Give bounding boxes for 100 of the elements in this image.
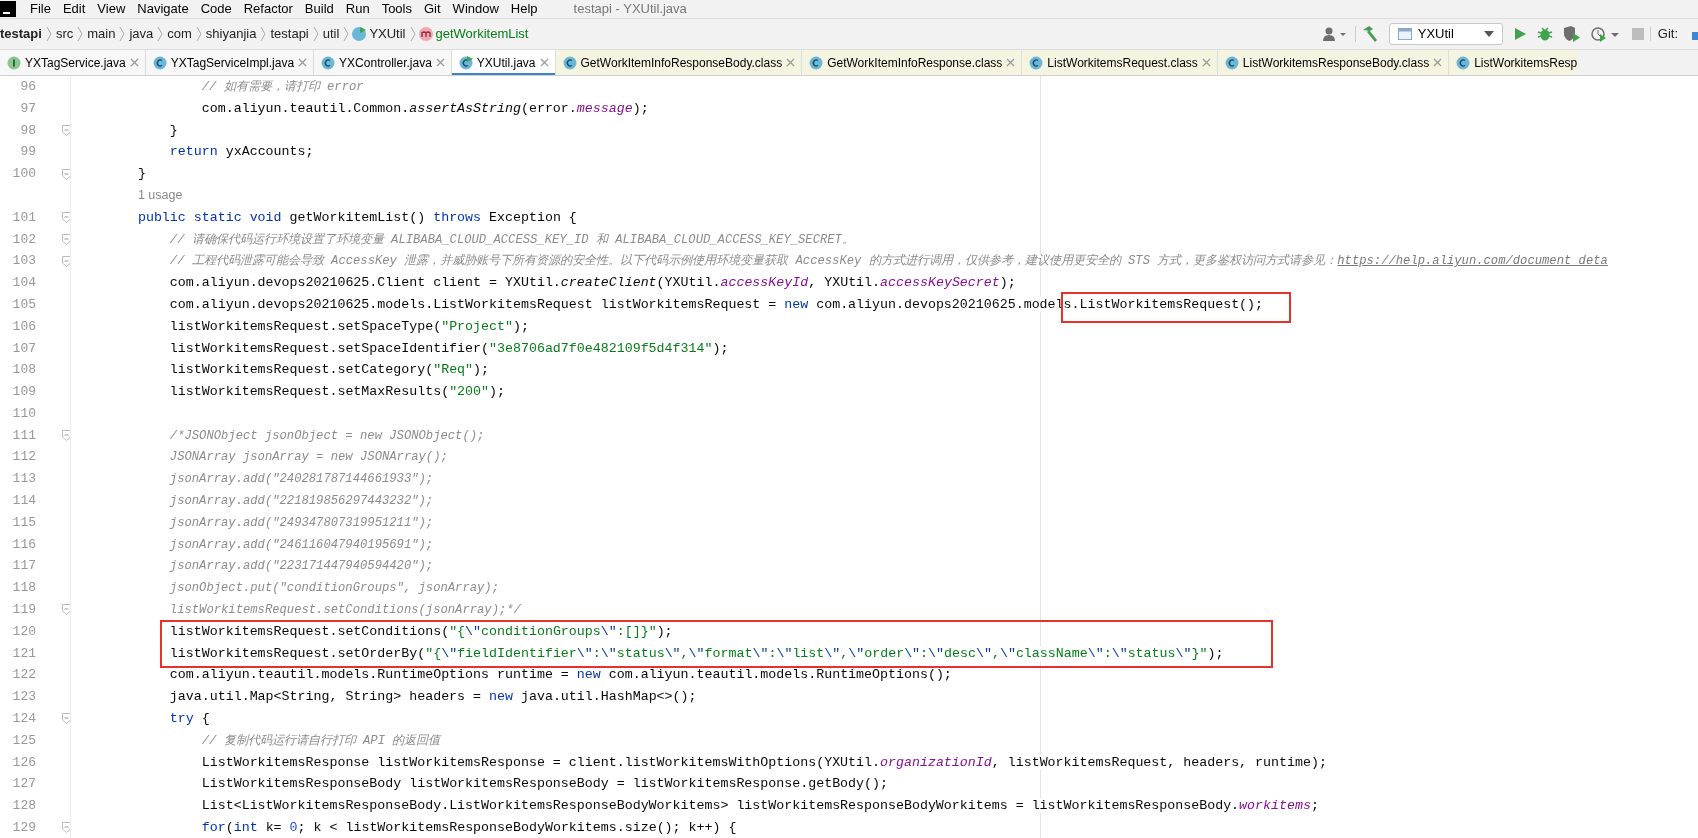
menu-item[interactable]: Build xyxy=(298,0,340,18)
git-label: Git: xyxy=(1656,25,1679,44)
url-link[interactable]: https://help.aliyun.com/document_deta xyxy=(1337,254,1608,269)
run-configuration-dropdown[interactable]: YXUtil xyxy=(1388,23,1503,45)
class-icon xyxy=(458,55,473,70)
fold-marker-icon[interactable] xyxy=(62,713,71,725)
class-icon xyxy=(562,55,577,70)
line-number: 108 xyxy=(11,361,36,380)
fold-marker-icon[interactable] xyxy=(62,604,71,616)
breadcrumb-item[interactable]: java xyxy=(127,24,156,44)
editor-tab[interactable]: YXTagService.java xyxy=(0,49,146,75)
close-icon[interactable] xyxy=(539,58,549,68)
breadcrumb-item[interactable]: src xyxy=(53,24,76,44)
line-number: 117 xyxy=(11,557,36,576)
fold-marker-icon[interactable] xyxy=(62,822,71,834)
code-comment: jsonArray.add("221819856297443232"); xyxy=(169,494,434,509)
menu-item[interactable]: Git xyxy=(418,0,447,18)
stop-icon[interactable] xyxy=(1630,27,1645,41)
close-icon[interactable] xyxy=(129,58,139,68)
close-icon[interactable] xyxy=(1433,58,1443,68)
shield-play-icon[interactable] xyxy=(1562,26,1581,42)
class-icon xyxy=(351,26,368,42)
editor-tab[interactable]: ListWorkitemsResp xyxy=(1449,49,1578,75)
string-literal: "Req" xyxy=(433,362,474,378)
close-icon[interactable] xyxy=(1201,58,1211,68)
code-text: ; k < listWorkitemsResponseBodyWorkitems.size(); k++) { xyxy=(297,820,737,836)
line-number: 114 xyxy=(11,492,36,511)
close-icon[interactable] xyxy=(786,58,796,68)
fold-marker-icon[interactable] xyxy=(62,430,71,442)
string-literal: "{ xyxy=(449,623,466,639)
line-number: 101 xyxy=(11,208,36,227)
line-number: 119 xyxy=(11,601,36,620)
line-number: 116 xyxy=(11,535,36,554)
line-number: 105 xyxy=(11,295,36,314)
line-number: 129 xyxy=(11,819,36,838)
editor-tab[interactable]: YXController.java xyxy=(314,49,452,75)
breadcrumb-item[interactable]: shiyanjia xyxy=(203,24,259,44)
menu-item[interactable]: Tools xyxy=(375,0,418,18)
usage-hint[interactable]: 1 usage xyxy=(137,187,183,202)
string-literal: :[]}" xyxy=(616,623,657,639)
code-text: listWorkitemsRequest.setCategory( xyxy=(169,362,434,378)
breadcrumb-item[interactable]: YXUtil xyxy=(367,24,408,44)
menu-item[interactable]: Help xyxy=(504,0,544,18)
menu-item[interactable]: File xyxy=(24,0,57,18)
editor-tab[interactable]: ListWorkitemsResponseBody.class xyxy=(1217,49,1450,75)
clock-play-icon[interactable] xyxy=(1590,26,1621,42)
editor-tab[interactable]: ListWorkitemsRequest.class xyxy=(1022,49,1218,75)
code-comment: jsonArray.add("223171447940594420"); xyxy=(169,559,434,574)
menu-item[interactable]: Window xyxy=(446,0,505,18)
code-text: (YXUtil. xyxy=(656,275,721,291)
menu-item[interactable]: Refactor xyxy=(237,0,299,18)
line-number: 102 xyxy=(11,230,36,249)
code-text: com.aliyun.devops20210625.Client client = YXUtil. xyxy=(169,275,561,291)
window-title: testapi - YXUtil.java xyxy=(573,0,687,19)
menu-item[interactable]: View xyxy=(91,0,132,18)
line-number: 123 xyxy=(11,688,36,707)
play-icon[interactable] xyxy=(1512,27,1527,41)
close-icon[interactable] xyxy=(1006,58,1016,68)
close-icon[interactable] xyxy=(435,58,445,68)
breadcrumb-item[interactable]: com xyxy=(165,24,194,44)
field-name: accessKeyId xyxy=(720,275,809,291)
code-comment: /*JSONObject jsonObject = new JSONObject(); xyxy=(169,428,485,443)
editor-tab[interactable]: GetWorkItemInfoResponseBody.class xyxy=(555,49,803,75)
fold-marker-icon[interactable] xyxy=(62,255,71,267)
breadcrumb-item[interactable]: testapi xyxy=(268,24,311,44)
editor-tab[interactable]: YXUtil.java xyxy=(451,49,556,75)
line-number: 110 xyxy=(11,404,36,423)
menu-item[interactable]: Navigate xyxy=(131,0,195,18)
class-icon xyxy=(1456,55,1471,70)
class-icon xyxy=(809,55,824,70)
breadcrumb-item[interactable]: util xyxy=(320,24,342,44)
editor-tab[interactable]: YXTagServiceImpl.java xyxy=(145,49,315,75)
menu-item[interactable]: Run xyxy=(339,0,376,18)
code-text: } xyxy=(169,122,178,138)
code-text: listWorkitemsRequest.setSpaceType( xyxy=(169,318,442,334)
line-number: 109 xyxy=(11,383,36,402)
code-keyword: try xyxy=(169,711,194,727)
breadcrumb-item[interactable]: testapi xyxy=(0,24,44,44)
fold-marker-icon[interactable] xyxy=(62,212,71,224)
menu-item[interactable]: Edit xyxy=(56,0,92,18)
line-number: 120 xyxy=(11,622,36,641)
editor-tab[interactable]: GetWorkItemInfoResponse.class xyxy=(802,49,1023,75)
line-number: 121 xyxy=(11,644,36,663)
string-literal: className xyxy=(1015,645,1088,661)
fold-marker-icon[interactable] xyxy=(62,168,71,180)
app-logo-icon[interactable] xyxy=(0,1,16,17)
fold-marker-icon[interactable] xyxy=(62,233,71,245)
window-icon xyxy=(1397,28,1412,40)
menu-item[interactable]: Code xyxy=(194,0,238,18)
code-text: (error. xyxy=(520,100,577,116)
code-text: , listWorkitemsRequest, headers, runtime); xyxy=(991,754,1327,770)
code-comment: jsonArray.add("246116047940195691"); xyxy=(169,537,434,552)
breadcrumb-item[interactable]: getWorkitemList xyxy=(433,24,531,44)
close-icon[interactable] xyxy=(298,58,308,68)
bug-icon[interactable] xyxy=(1536,26,1553,42)
field-name: accessKeySecret xyxy=(880,275,1000,291)
line-number: 125 xyxy=(11,731,36,750)
line-number: 99 xyxy=(19,143,36,162)
fold-marker-icon[interactable] xyxy=(62,124,71,136)
breadcrumb-item[interactable]: main xyxy=(85,24,118,44)
